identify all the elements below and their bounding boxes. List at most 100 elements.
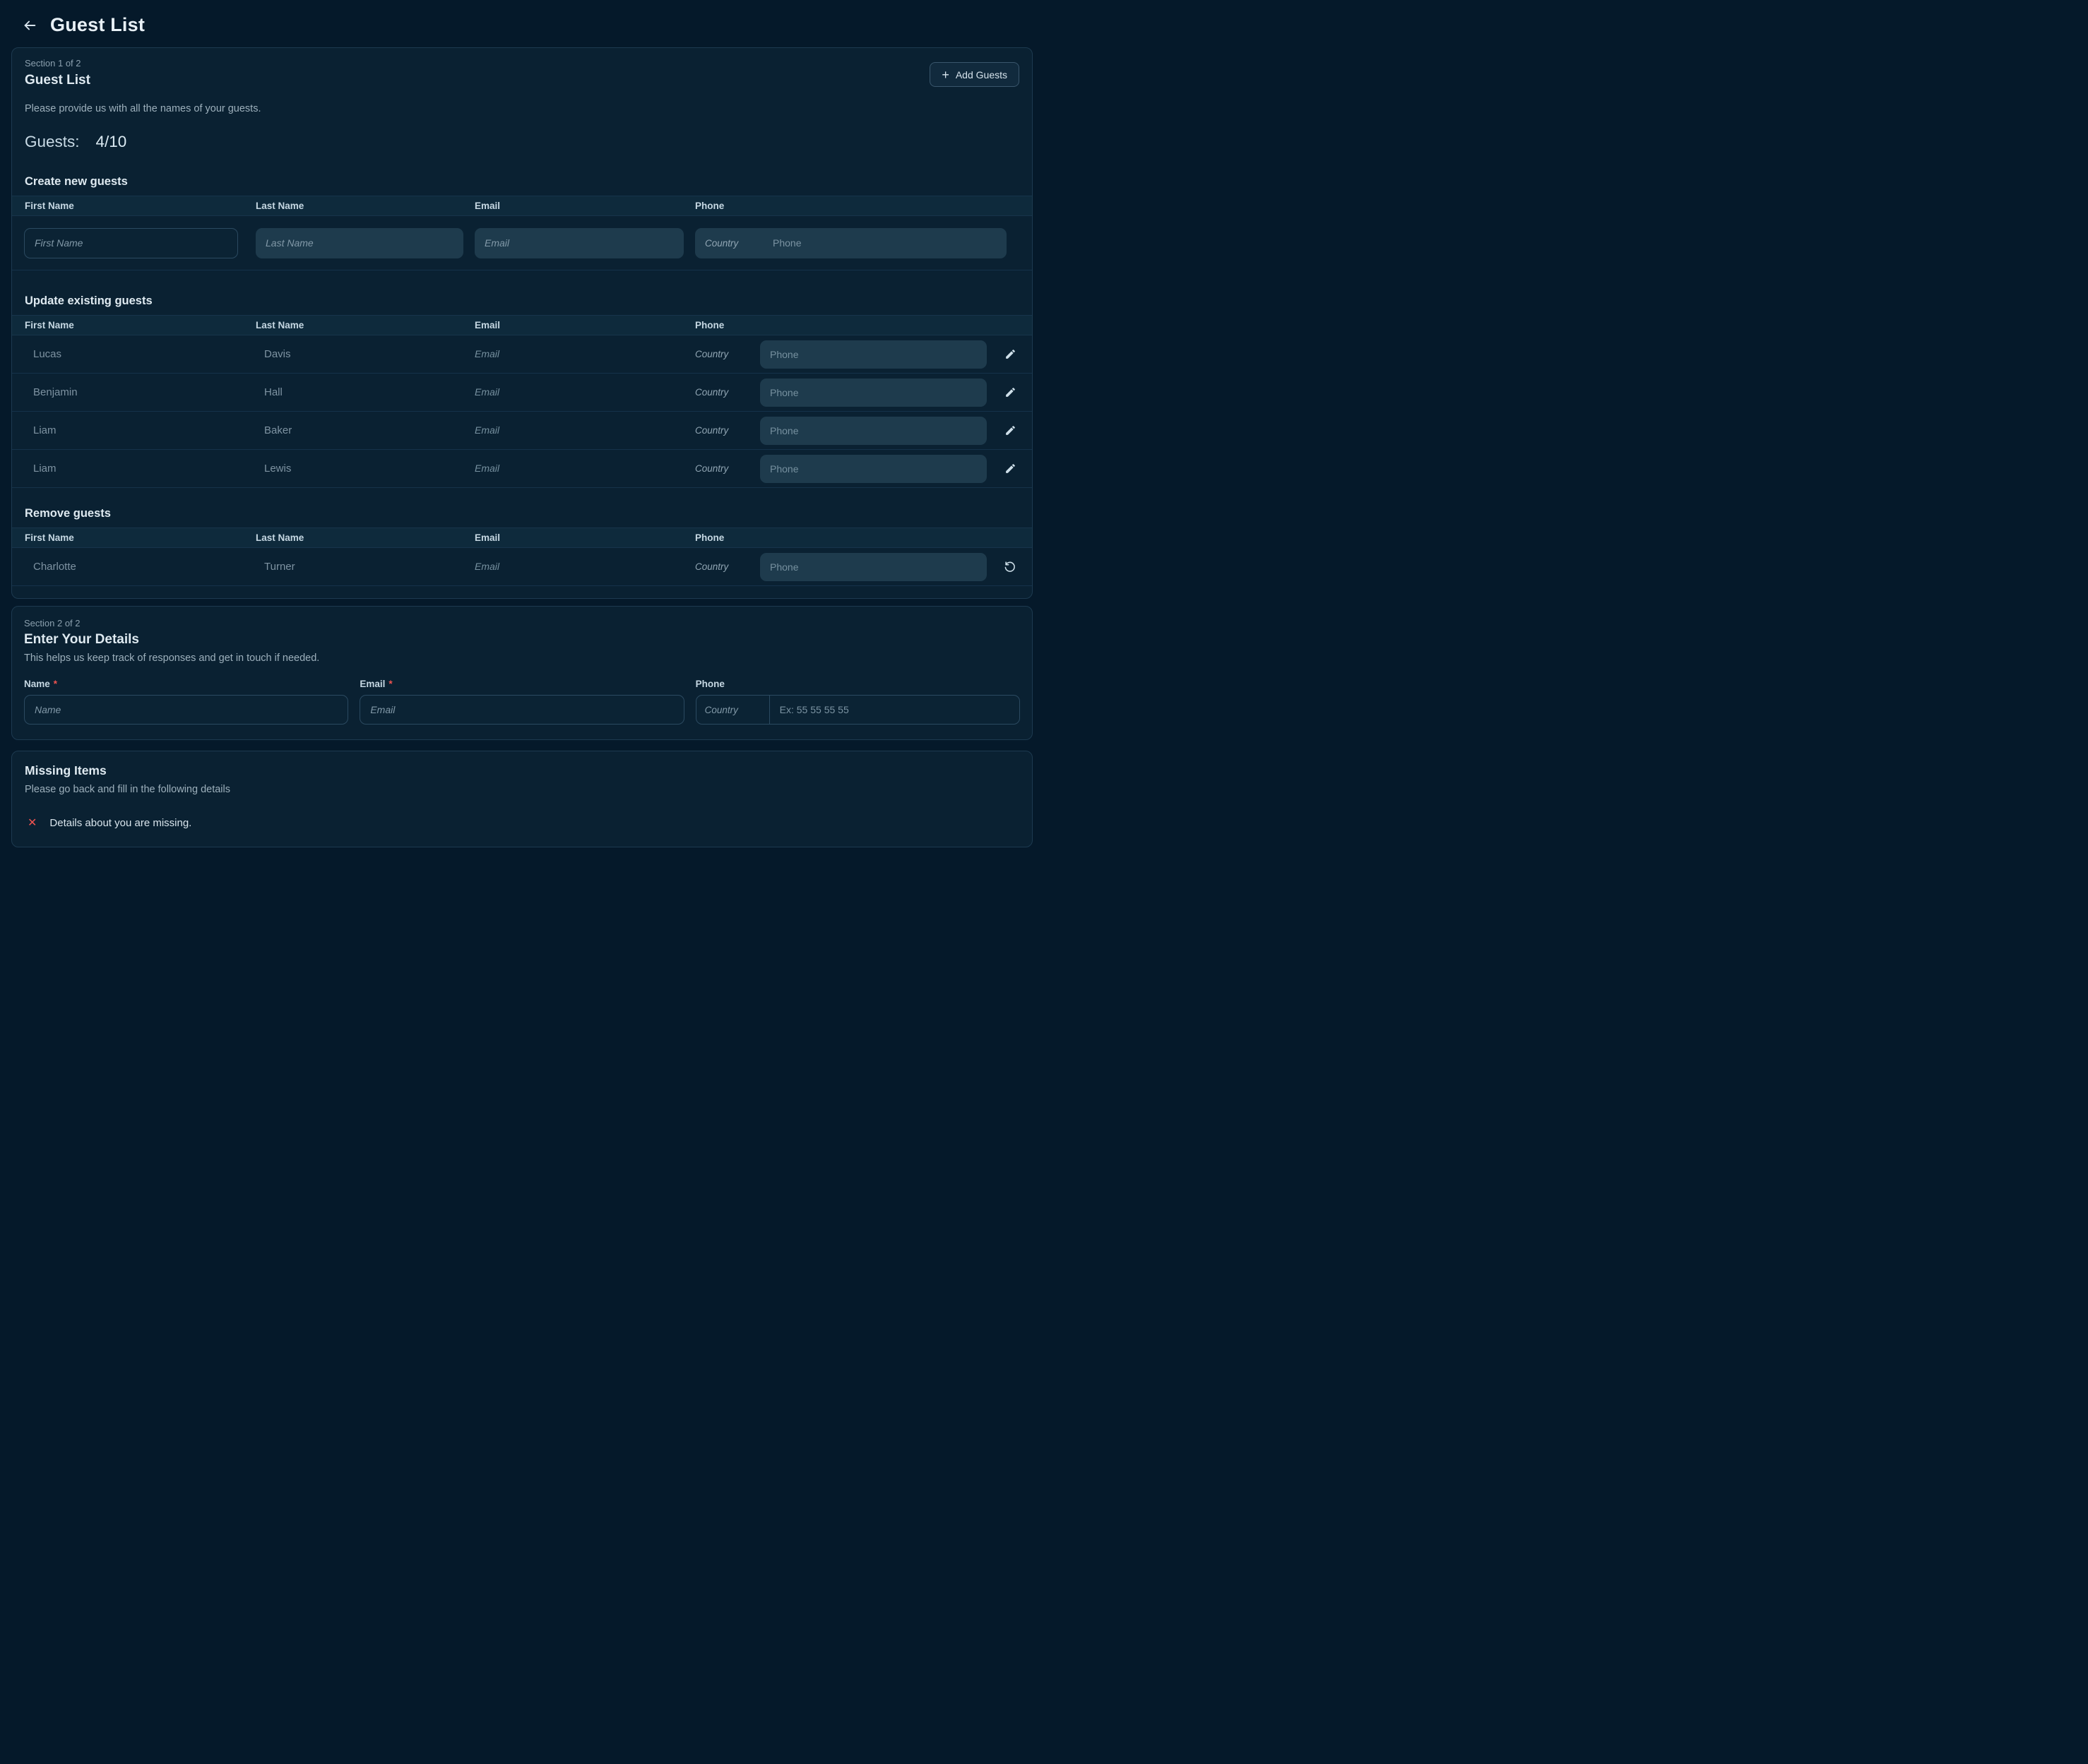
your-email-input[interactable] [360,695,684,725]
email-field-group: Email* [360,679,684,725]
guest-email-placeholder: Email [475,463,499,474]
restore-guest-button[interactable] [999,556,1021,578]
phone-field-group: Phone [696,679,1020,725]
missing-item: ✕ Details about you are missing. [25,816,1019,830]
guest-list-card: Section 1 of 2 Guest List + Add Guests P… [11,47,1033,599]
new-first-name-input[interactable] [24,228,238,258]
create-table-header: First Name Last Name Email Phone [12,196,1032,216]
guest-last-name: Hall [256,386,475,398]
guests-counter: Guests: 4/10 [12,133,1032,151]
guest-last-name: Davis [256,348,475,360]
col-email: Email [475,532,695,543]
section-description: This helps us keep track of responses an… [24,652,1020,664]
guest-first-name: Liam [12,463,256,475]
col-last-name: Last Name [256,201,475,211]
guest-phone-input[interactable] [760,553,987,581]
email-label: Email* [360,679,684,689]
page-bottom-spacer [0,847,1044,932]
remove-table-header: First Name Last Name Email Phone [12,528,1032,548]
create-guests-heading: Create new guests [25,175,1019,189]
back-arrow-icon[interactable] [21,17,38,34]
guests-count: 4/10 [96,133,127,150]
col-first-name: First Name [12,201,256,211]
edit-guest-button[interactable] [999,420,1021,441]
section-title: Guest List [25,73,90,88]
guest-email-placeholder: Email [475,561,499,572]
section-title: Enter Your Details [24,632,1020,648]
edit-guest-button[interactable] [999,382,1021,403]
topbar: Guest List [0,0,1044,47]
name-label: Name* [24,679,348,689]
col-last-name: Last Name [256,320,475,330]
guest-country-select[interactable]: Country [695,387,760,398]
new-country-select[interactable]: Country [695,238,773,249]
col-email: Email [475,320,695,330]
new-phone-input[interactable] [773,228,1007,258]
guest-first-name: Charlotte [12,561,256,573]
col-first-name: First Name [12,532,256,543]
guest-phone-input[interactable] [760,340,987,369]
guests-label: Guests: [25,133,80,150]
update-table-header: First Name Last Name Email Phone [12,315,1032,335]
guest-phone-input[interactable] [760,455,987,483]
guest-phone-input[interactable] [760,417,987,445]
pencil-icon [1004,463,1016,475]
guest-email-placeholder: Email [475,386,499,398]
required-asterisk: * [54,679,57,689]
col-last-name: Last Name [256,532,475,543]
phone-label: Phone [696,679,1020,689]
add-guests-label: Add Guests [956,69,1007,81]
your-country-input[interactable] [696,696,770,724]
undo-icon [1004,561,1016,573]
required-asterisk: * [388,679,392,689]
section-description: Please provide us with all the names of … [12,103,1032,114]
update-guest-row: Liam Lewis Email Country [12,450,1032,488]
pencil-icon [1004,424,1016,436]
guest-first-name: Benjamin [12,386,256,398]
guest-first-name: Liam [12,424,256,436]
guest-country-select[interactable]: Country [695,425,760,436]
page-title: Guest List [50,14,145,36]
col-phone: Phone [695,320,999,330]
missing-items-title: Missing Items [25,763,1019,778]
col-phone: Phone [695,532,999,543]
create-guest-row: Country [12,216,1032,270]
col-first-name: First Name [12,320,256,330]
guest-first-name: Lucas [12,348,256,360]
edit-guest-button[interactable] [999,344,1021,365]
update-guest-row: Liam Baker Email Country [12,412,1032,450]
your-phone-field [696,695,1020,725]
col-email: Email [475,201,695,211]
your-phone-input[interactable] [770,696,1019,724]
add-guests-button[interactable]: + Add Guests [930,62,1019,87]
pencil-icon [1004,348,1016,360]
your-details-card: Section 2 of 2 Enter Your Details This h… [11,606,1033,740]
update-guests-heading: Update existing guests [25,294,1019,308]
col-phone: Phone [695,201,999,211]
guest-country-select[interactable]: Country [695,349,760,359]
plus-icon: + [942,68,949,81]
error-cross-icon: ✕ [28,816,37,830]
name-field-group: Name* [24,679,348,725]
pencil-icon [1004,386,1016,398]
update-guest-row: Benjamin Hall Email Country [12,374,1032,412]
guest-last-name: Turner [256,561,475,573]
section-indicator: Section 2 of 2 [24,618,1020,628]
guest-last-name: Baker [256,424,475,436]
guest-country-select[interactable]: Country [695,463,760,474]
update-guest-row: Lucas Davis Email Country [12,335,1032,374]
guest-last-name: Lewis [256,463,475,475]
remove-guest-row: Charlotte Turner Email Country [12,548,1032,586]
new-email-input[interactable] [475,228,684,258]
missing-items-card: Missing Items Please go back and fill in… [11,751,1033,847]
new-last-name-input[interactable] [256,228,463,258]
missing-item-text: Details about you are missing. [49,817,191,829]
guest-email-placeholder: Email [475,348,499,359]
new-phone-field: Country [695,228,1007,258]
guest-email-placeholder: Email [475,424,499,436]
your-name-input[interactable] [24,695,348,725]
guest-phone-input[interactable] [760,379,987,407]
missing-items-description: Please go back and fill in the following… [25,784,1019,795]
guest-country-select[interactable]: Country [695,561,760,572]
edit-guest-button[interactable] [999,458,1021,479]
